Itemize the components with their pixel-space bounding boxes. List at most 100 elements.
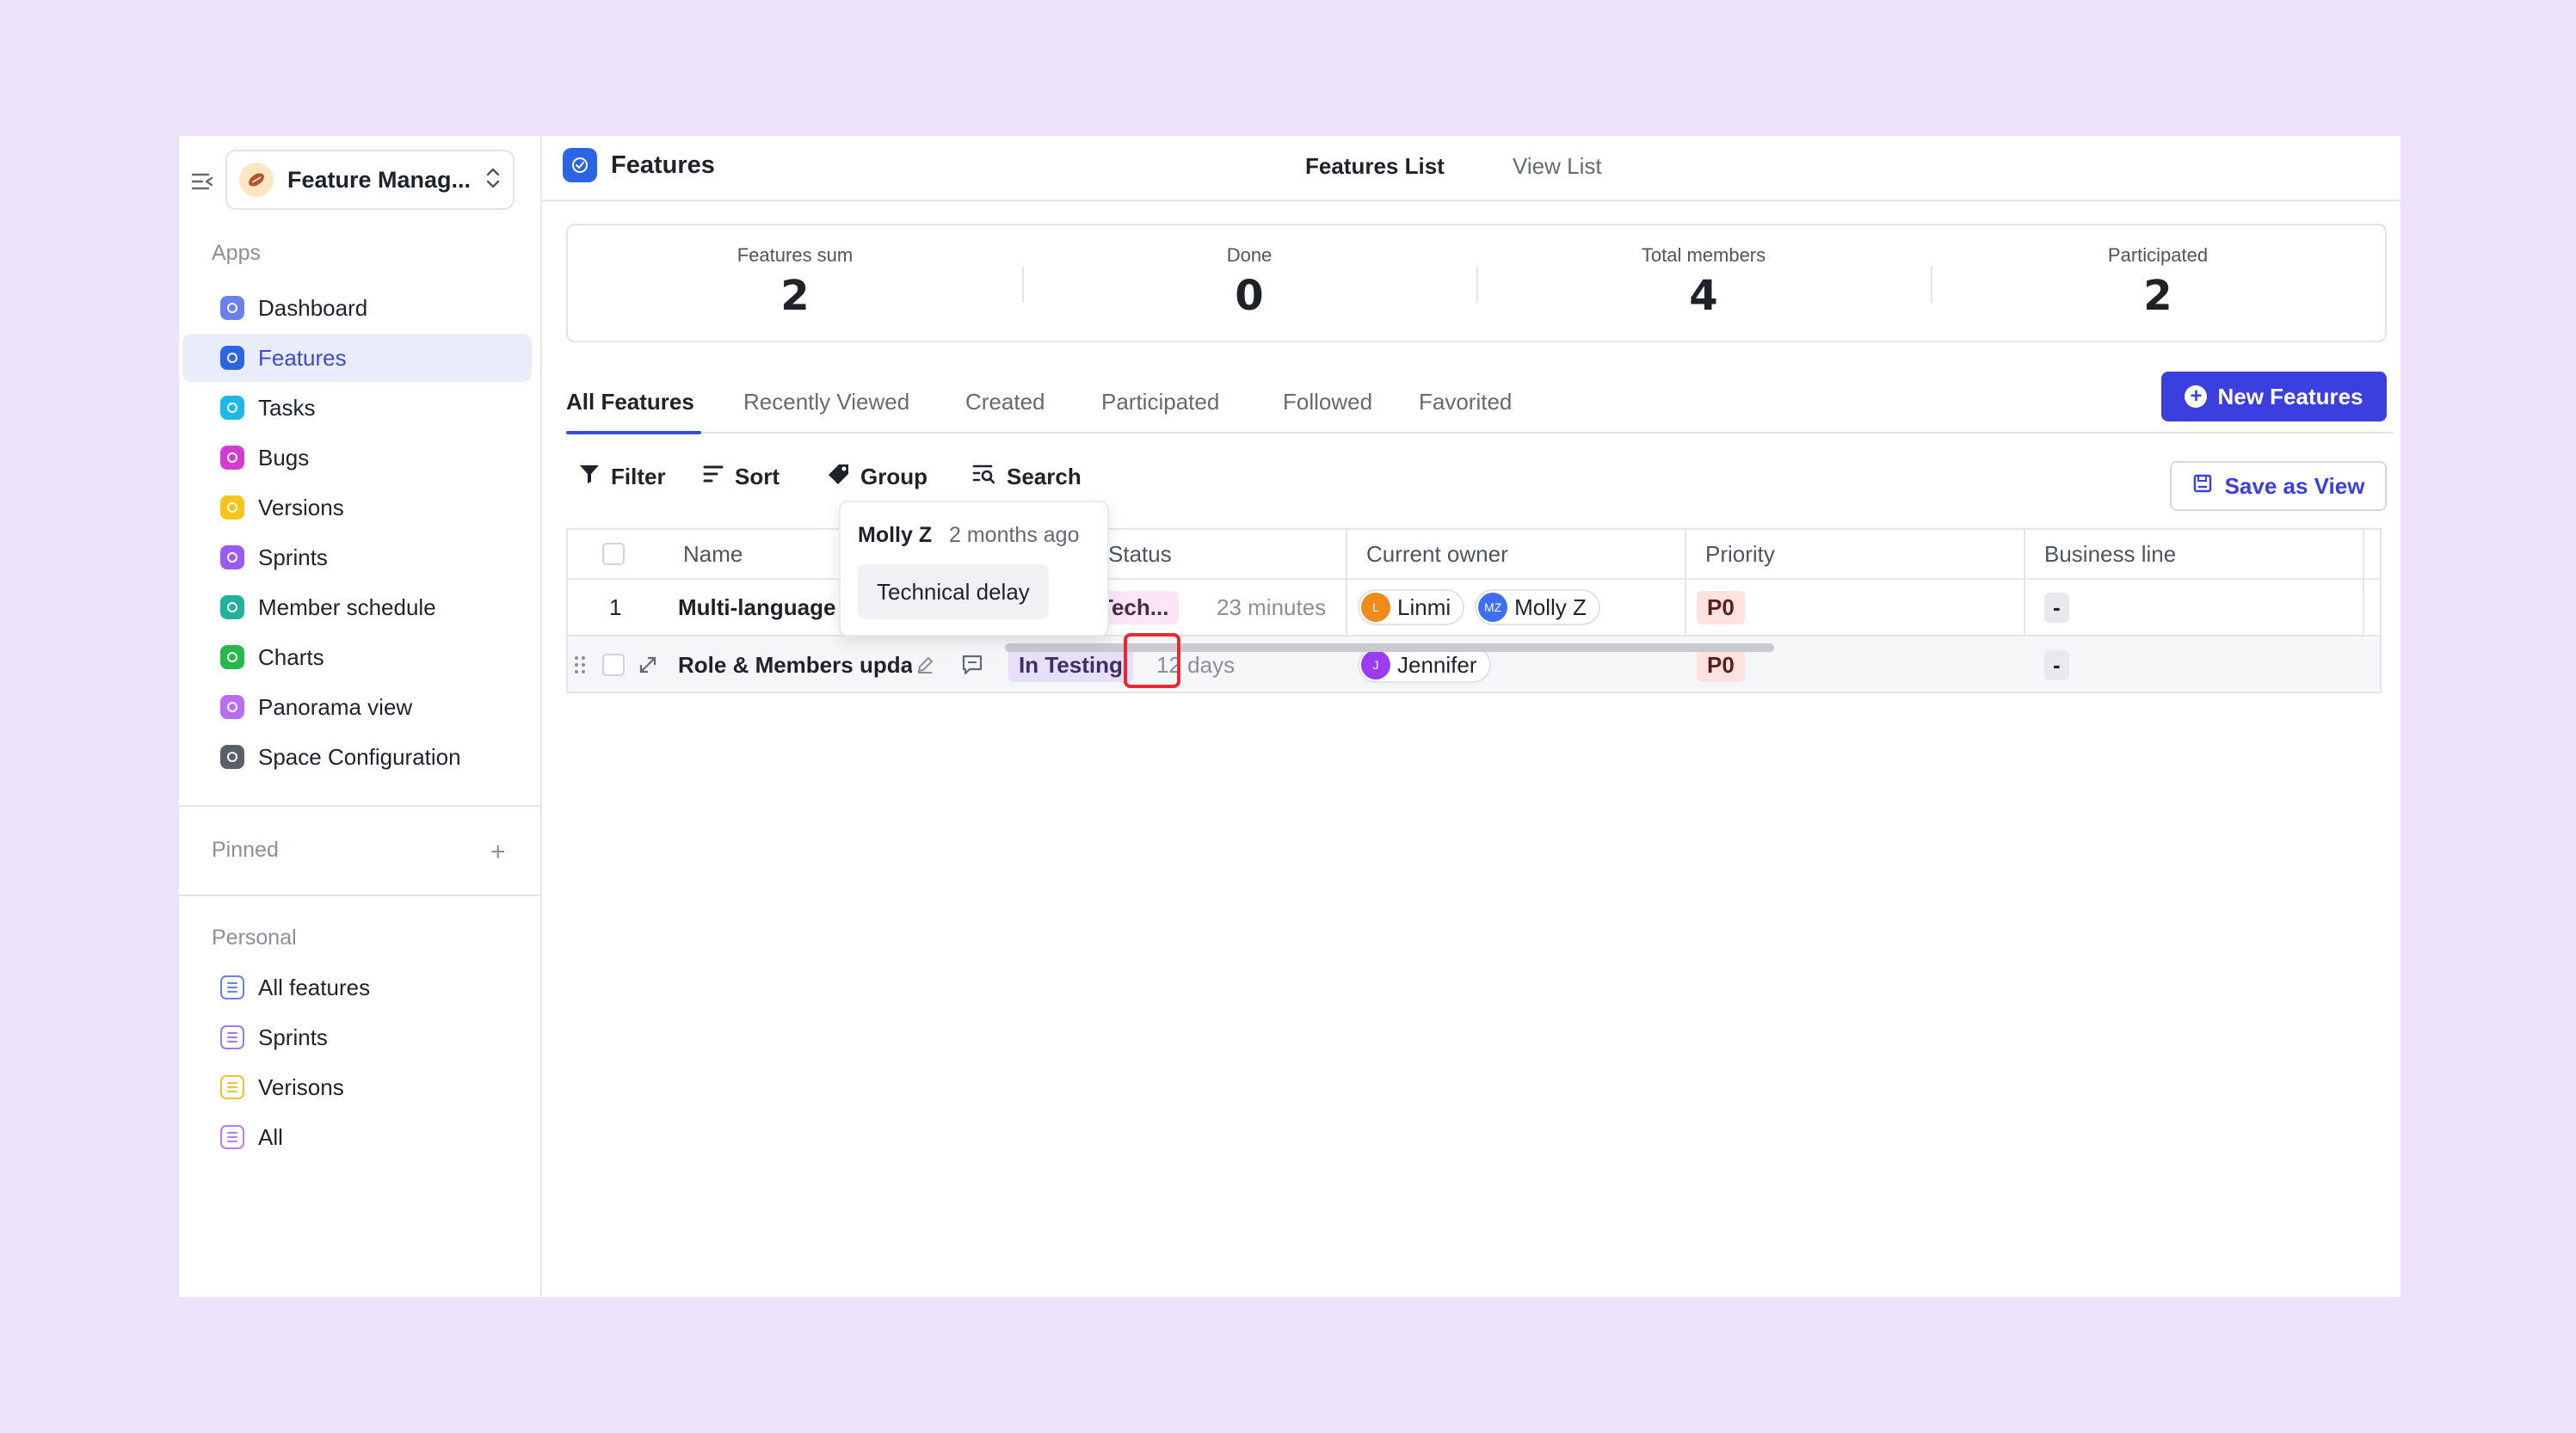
priority-cell[interactable]: P0 (1697, 580, 1745, 635)
panorama-icon (220, 695, 244, 719)
apps-nav: Dashboard Features Tasks Bugs Versions Sprint… (182, 284, 532, 783)
tab-all-features[interactable]: All Features (566, 389, 701, 434)
personal-view-label: Verisons (258, 1073, 344, 1100)
tab-participated[interactable]: Participated (1101, 389, 1219, 415)
settings-icon (220, 745, 244, 769)
filter-icon (578, 463, 601, 491)
priority-badge: P0 (1697, 590, 1745, 624)
sort-icon (702, 463, 724, 491)
list-view-icon (220, 1075, 244, 1099)
personal-view-label: All (258, 1123, 283, 1150)
tab-followed[interactable]: Followed (1283, 389, 1372, 415)
view-tabs: All Features Recently Viewed Created Par… (566, 385, 2394, 434)
search-button[interactable]: Search (972, 463, 1082, 491)
tasks-icon (220, 396, 244, 420)
sidebar-item-panorama-view[interactable]: Panorama view (182, 683, 532, 731)
new-features-button[interactable]: + New Features (2161, 372, 2387, 421)
sidebar-item-features[interactable]: Features (182, 334, 532, 382)
sidebar-item-label: Versions (258, 494, 344, 520)
personal-view-label: Sprints (258, 1024, 328, 1050)
sidebar-item-dashboard[interactable]: Dashboard (182, 284, 532, 332)
tab-created[interactable]: Created (965, 389, 1045, 415)
comment-author: Molly Z (858, 523, 933, 547)
member-schedule-icon (220, 595, 244, 619)
column-header-business-line[interactable]: Business line (2044, 530, 2176, 578)
priority-badge: P0 (1697, 648, 1745, 682)
personal-view-all-features[interactable]: All features (182, 963, 532, 1012)
tab-favorited[interactable]: Favorited (1419, 389, 1512, 415)
column-header-priority[interactable]: Priority (1705, 530, 1775, 578)
sidebar: Feature Manag... Apps Dashboard Features T… (179, 136, 542, 1297)
tab-recently-viewed[interactable]: Recently Viewed (743, 389, 909, 415)
feature-name[interactable]: Multi-language (678, 580, 835, 635)
sprints-icon (220, 545, 244, 569)
space-logo-icon (239, 163, 274, 197)
comment-icon[interactable] (960, 637, 984, 692)
tag-icon (828, 463, 850, 491)
comment-icon-highlight (1124, 633, 1180, 688)
filter-button[interactable]: Filter (578, 463, 666, 491)
collapse-sidebar-icon[interactable] (189, 169, 215, 194)
sidebar-item-bugs[interactable]: Bugs (182, 434, 532, 482)
column-header-name[interactable]: Name (683, 530, 743, 578)
chevron-updown-icon (485, 166, 501, 194)
add-pinned-icon[interactable]: + (490, 838, 506, 867)
save-as-view-button[interactable]: Save as View (2170, 461, 2387, 511)
sidebar-item-versions[interactable]: Versions (182, 483, 532, 532)
personal-nav: All features Sprints Verisons All (182, 963, 532, 1163)
tab-view-list[interactable]: View List (1513, 153, 1602, 180)
search-icon (972, 463, 996, 491)
comment-text: Technical delay (858, 564, 1049, 619)
drag-handle-icon[interactable] (573, 637, 587, 692)
owner-cell[interactable]: L Linmi MZ Molly Z (1358, 580, 1611, 635)
business-line-cell[interactable]: - (2044, 580, 2069, 635)
stat-total-members: Total members 4 (1476, 225, 1931, 341)
features-icon (220, 346, 244, 370)
stat-done: Done 0 (1022, 225, 1476, 341)
divider (179, 805, 540, 807)
horizontal-scrollbar[interactable] (1005, 643, 1774, 652)
versions-icon (220, 495, 244, 520)
column-header-status[interactable]: Status (1108, 530, 1172, 578)
row-checkbox[interactable] (602, 637, 625, 692)
status-time: 23 minutes (1217, 593, 1327, 620)
sidebar-item-label: Panorama view (258, 693, 413, 720)
sidebar-item-label: Member schedule (258, 593, 436, 620)
personal-view-label: All features (258, 974, 371, 1000)
sidebar-item-label: Charts (258, 643, 324, 670)
space-name: Feature Manag... (287, 166, 471, 193)
tab-features-list[interactable]: Features List (1305, 153, 1445, 180)
list-view-icon (220, 975, 244, 999)
feature-name[interactable]: Role & Members updat (678, 637, 912, 692)
personal-section-label: Personal (212, 926, 297, 950)
avatar: L (1361, 593, 1390, 622)
pinned-section-label: Pinned (212, 838, 279, 862)
sidebar-item-tasks[interactable]: Tasks (182, 384, 532, 432)
group-button[interactable]: Group (828, 463, 927, 491)
owner-chip: J Jennifer (1358, 647, 1491, 683)
select-all-checkbox[interactable] (602, 530, 625, 578)
sidebar-item-charts[interactable]: Charts (182, 633, 532, 681)
apps-section-label: Apps (212, 241, 261, 265)
stats-panel: Features sum 2 Done 0 Total members 4 Parti… (566, 224, 2387, 342)
space-switcher[interactable]: Feature Manag... (225, 150, 515, 210)
list-view-icon (220, 1125, 244, 1149)
expand-icon[interactable] (638, 637, 657, 692)
sort-button[interactable]: Sort (702, 463, 780, 491)
sidebar-item-sprints[interactable]: Sprints (182, 533, 532, 581)
personal-view-all[interactable]: All (182, 1113, 532, 1161)
sidebar-item-member-schedule[interactable]: Member schedule (182, 583, 532, 631)
column-header-current-owner[interactable]: Current owner (1366, 530, 1508, 578)
comment-popover: Molly Z 2 months ago Technical delay (839, 501, 1109, 637)
stat-participated: Participated 2 (1931, 225, 2385, 341)
edit-icon[interactable] (915, 637, 934, 692)
personal-view-verisons[interactable]: Verisons (182, 1063, 532, 1111)
avatar: J (1361, 650, 1390, 680)
dashboard-icon (220, 296, 244, 320)
business-line-cell[interactable]: - (2044, 637, 2069, 692)
list-view-icon (220, 1025, 244, 1049)
sidebar-item-space-configuration[interactable]: Space Configuration (182, 733, 532, 781)
owner-chip: L Linmi (1358, 589, 1465, 625)
personal-view-sprints[interactable]: Sprints (182, 1013, 532, 1061)
features-icon (563, 148, 597, 182)
